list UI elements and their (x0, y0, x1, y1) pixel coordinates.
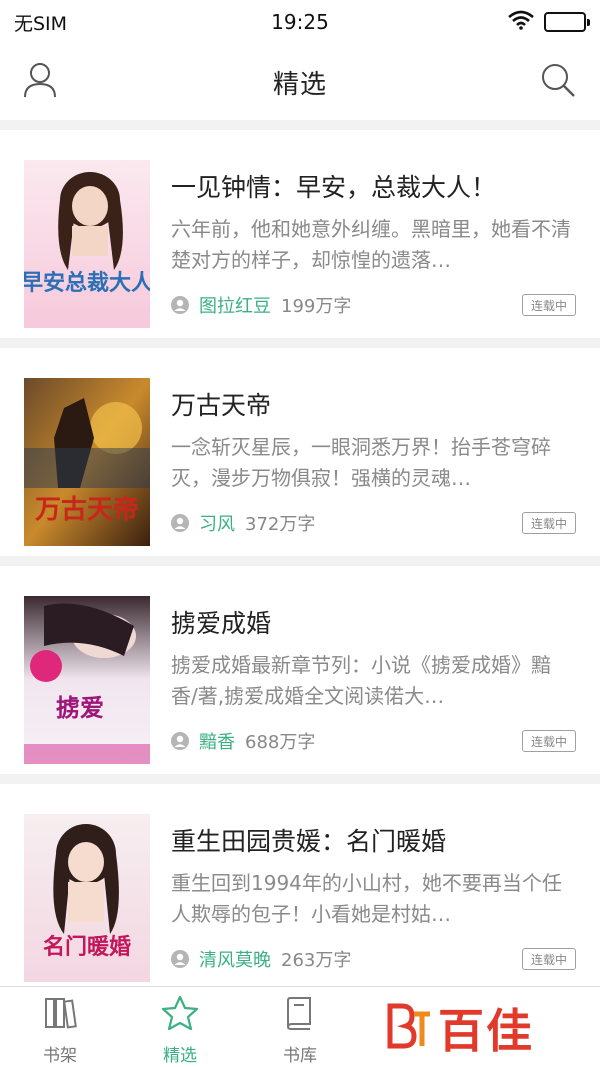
cover-title-text: 掳爱 (56, 694, 104, 722)
tab-library[interactable]: 书库 (240, 987, 360, 1067)
cover-title-text: 早安总裁大人 (24, 270, 150, 296)
word-count: 263万字 (281, 950, 352, 971)
status-badge: 连载中 (522, 512, 576, 534)
author-icon (171, 514, 189, 532)
book-meta: 清风莫晚 263万字 (171, 946, 351, 972)
search-button[interactable] (538, 62, 578, 102)
user-icon (23, 62, 57, 102)
book-meta: 黯香 688万字 (171, 728, 315, 754)
brand-text: 百佳 (438, 1004, 534, 1058)
profile-button[interactable] (20, 62, 60, 102)
book-title[interactable]: 万古天帝 (171, 386, 271, 422)
status-indicators (426, 10, 590, 35)
book-description: 一念斩灭星辰，一眼洞悉万界！抬手苍穹碎灭，漫步万物俱寂！强横的灵魂… (171, 435, 551, 490)
book-title[interactable]: 掳爱成婚 (171, 604, 271, 640)
book-cover[interactable]: 早安总裁大人 (24, 160, 150, 328)
status-badge: 连载中 (522, 730, 576, 752)
book-item[interactable]: 万古天帝 万古天帝 一念斩灭星辰，一眼洞悉万界！抬手苍穹碎灭，漫步万物俱寂！强横… (0, 348, 600, 556)
tab-featured[interactable]: 精选 (120, 987, 240, 1067)
brand-logo: 百佳 (384, 1000, 580, 1058)
author-name[interactable]: 清风莫晚 (199, 946, 271, 972)
carrier-label: 无SIM (14, 12, 68, 35)
tab-label: 精选 (163, 1046, 197, 1066)
book-description: 六年前，他和她意外纠缠。黑暗里，她看不清楚对方的样子，却惊惶的遗落… (171, 217, 571, 272)
word-count: 688万字 (245, 732, 316, 753)
book-description: 掳爱成婚最新章节列：小说《掳爱成婚》黯香/著,掳爱成婚全文阅读偌大… (171, 653, 551, 708)
book-item[interactable]: 名门暖婚 重生田园贵媛：名门暖婚 重生回到1994年的小山村，她不要再当个任人欺… (0, 784, 600, 986)
status-badge: 连载中 (522, 294, 576, 316)
author-name[interactable]: 习风 (199, 510, 235, 536)
book-cover[interactable]: 万古天帝 (24, 378, 150, 546)
wifi-icon (508, 10, 534, 35)
author-icon (171, 732, 189, 750)
book-cover[interactable]: 名门暖婚 (24, 814, 150, 982)
battery-icon (543, 12, 590, 32)
cover-title-text: 名门暖婚 (43, 934, 131, 960)
search-icon (540, 62, 576, 102)
page-title: 精选 (272, 69, 327, 100)
author-name[interactable]: 黯香 (199, 728, 235, 754)
status-time: 19:25 (271, 10, 329, 34)
star-icon (161, 995, 199, 1035)
book-item[interactable]: 掳爱 掳爱成婚 掳爱成婚最新章节列：小说《掳爱成婚》黯香/著,掳爱成婚全文阅读偌… (0, 566, 600, 774)
book-title[interactable]: 一见钟情：早安，总裁大人！ (171, 168, 496, 204)
book-title[interactable]: 重生田园贵媛：名门暖婚 (171, 822, 446, 858)
word-count: 199万字 (281, 296, 352, 317)
author-icon (171, 950, 189, 968)
tab-bookshelf[interactable]: 书架 (0, 987, 120, 1067)
status-badge: 连载中 (522, 948, 576, 970)
cover-title-text: 万古天帝 (35, 494, 139, 525)
nav-bar: 精选 (0, 44, 600, 120)
book-meta: 图拉红豆 199万字 (171, 292, 351, 318)
tab-label: 书架 (43, 1046, 77, 1066)
book-cover[interactable]: 掳爱 (24, 596, 150, 764)
bookshelf-icon (42, 995, 78, 1035)
brand-mark-icon (384, 1000, 432, 1056)
book-item[interactable]: 早安总裁大人 一见钟情：早安，总裁大人！ 六年前，他和她意外纠缠。黑暗里，她看不… (0, 130, 600, 338)
book-meta: 习风 372万字 (171, 510, 315, 536)
word-count: 372万字 (245, 514, 316, 535)
status-bar: 无SIM 19:25 (0, 0, 600, 44)
book-description: 重生回到1994年的小山村，她不要再当个任人欺辱的包子！小看她是村姑… (171, 871, 562, 926)
book-list[interactable]: 早安总裁大人 一见钟情：早安，总裁大人！ 六年前，他和她意外纠缠。黑暗里，她看不… (0, 120, 600, 986)
author-icon (171, 296, 189, 314)
author-name[interactable]: 图拉红豆 (199, 292, 271, 318)
tab-label: 书库 (283, 1046, 317, 1066)
library-icon (282, 995, 318, 1035)
